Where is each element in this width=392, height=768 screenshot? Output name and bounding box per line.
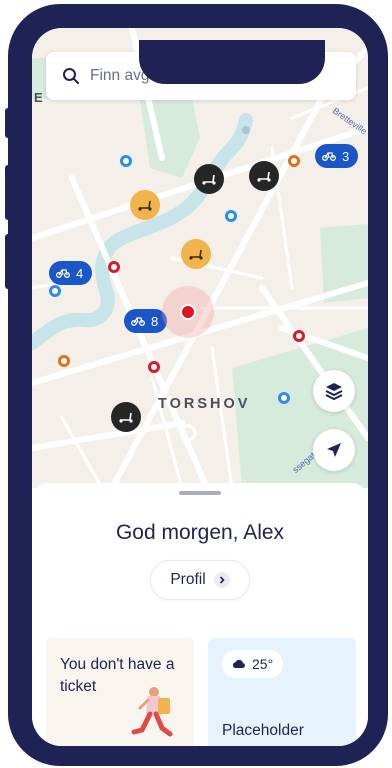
traveler-illustration	[131, 687, 173, 737]
scooter-marker[interactable]	[130, 190, 160, 220]
bike-station-count: 4	[76, 265, 84, 281]
transit-stop[interactable]	[278, 392, 290, 404]
scooter-marker[interactable]	[111, 402, 141, 432]
search-icon	[63, 68, 79, 84]
sheet-drag-handle[interactable]	[179, 491, 221, 495]
scooter-icon	[138, 200, 152, 211]
scooter-marker[interactable]	[181, 239, 211, 269]
weather-temperature: 25°	[252, 656, 274, 672]
screen: E TORSHOV Bretteville ssegate 3 4 8 Finn…	[32, 28, 368, 746]
bicycle-icon	[322, 152, 336, 161]
weather-badge: 25°	[222, 650, 284, 678]
profile-button[interactable]: Profil	[150, 560, 250, 600]
transit-stop[interactable]	[293, 330, 305, 342]
weather-card[interactable]: 25° Placeholder	[208, 638, 356, 746]
bottom-sheet[interactable]: God morgen, Alex Profil You don't have a…	[32, 483, 368, 746]
scooter-icon	[189, 249, 203, 260]
transit-stop[interactable]	[148, 361, 160, 373]
ticket-card[interactable]: You don't have a ticket	[46, 638, 194, 746]
bicycle-icon	[56, 269, 70, 278]
bike-station-marker[interactable]: 3	[315, 144, 359, 168]
bicycle-icon	[131, 317, 145, 326]
transit-stop[interactable]	[288, 155, 300, 167]
scooter-icon	[119, 412, 133, 423]
transit-stop[interactable]	[58, 355, 70, 367]
scooter-marker[interactable]	[249, 161, 279, 191]
device-notch	[139, 40, 325, 84]
scooter-icon	[257, 171, 271, 182]
chevron-right-icon	[213, 572, 230, 588]
transit-stop[interactable]	[120, 155, 132, 167]
locate-me-button[interactable]	[313, 429, 355, 471]
side-button-mute	[5, 108, 11, 138]
bike-station-marker[interactable]: 4	[49, 261, 93, 285]
transit-stop[interactable]	[49, 285, 61, 297]
profile-button-label: Profil	[170, 571, 206, 588]
location-arrow-icon	[327, 443, 341, 457]
layers-button[interactable]	[313, 370, 355, 412]
scooter-icon	[202, 174, 216, 185]
transit-stop[interactable]	[108, 261, 120, 273]
weather-card-placeholder: Placeholder	[222, 722, 304, 739]
transit-stop[interactable]	[225, 210, 237, 222]
side-button-volume-up	[5, 165, 11, 220]
layers-icon	[325, 383, 343, 401]
cloud-icon	[232, 659, 245, 668]
greeting-text: God morgen, Alex	[115, 521, 285, 544]
bike-station-count: 8	[151, 313, 159, 329]
map-district-label: TORSHOV	[158, 396, 251, 412]
side-button-volume-down	[5, 234, 11, 289]
bike-station-count: 3	[342, 148, 350, 164]
scooter-marker[interactable]	[194, 164, 224, 194]
bike-station-marker[interactable]: 8	[124, 309, 168, 333]
current-location-marker	[180, 304, 196, 320]
map-label-partial: E	[34, 90, 46, 105]
